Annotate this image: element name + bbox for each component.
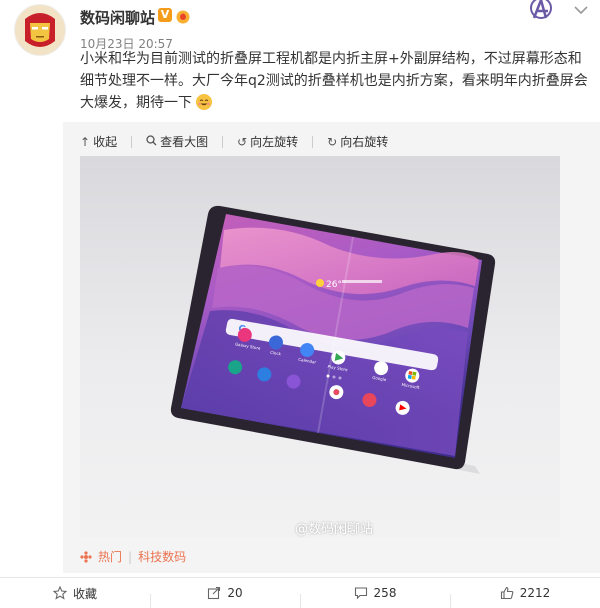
rotate-left-label: 向左旋转 xyxy=(250,135,299,149)
comment-count: 258 xyxy=(373,586,397,600)
avatar-image xyxy=(15,5,65,55)
collapse-label: 收起 xyxy=(93,135,118,149)
rotate-right-button[interactable]: ↻ 向右旋转 xyxy=(327,133,388,150)
repost-icon xyxy=(208,586,221,600)
toolbar-divider xyxy=(222,135,224,148)
collapse-arrow-icon: ↑ xyxy=(80,134,91,149)
toolbar-divider xyxy=(312,135,314,148)
smile-emoji-icon xyxy=(196,94,213,110)
like-button[interactable]: 2212 xyxy=(450,586,600,608)
thumbs-up-icon xyxy=(500,586,514,600)
rotate-right-label: 向右旋转 xyxy=(340,135,389,149)
foldable-phone-photo: 26° G Galaxy Store Clock Calendar Play S… xyxy=(170,205,496,474)
avatar[interactable] xyxy=(14,4,66,56)
post-tags: 热门 | 科技数码 xyxy=(80,548,186,565)
user-badges: V xyxy=(158,8,191,24)
verified-icon: V xyxy=(158,8,172,22)
search-icon xyxy=(146,134,157,149)
favorite-label: 收藏 xyxy=(72,586,97,601)
image-watermark: @数码闲聊站 xyxy=(295,518,373,537)
like-count: 2212 xyxy=(519,586,551,600)
comment-icon xyxy=(354,587,367,600)
view-large-button[interactable]: 查看大图 xyxy=(146,133,208,150)
avengers-logo-icon xyxy=(530,0,552,19)
hot-flower-icon xyxy=(80,550,92,563)
weather-temp: 26° xyxy=(326,280,342,290)
comment-button[interactable]: 258 xyxy=(300,586,450,608)
repost-button[interactable]: 20 xyxy=(150,586,300,608)
rotate-left-icon: ↺ xyxy=(237,134,248,149)
tag-hot[interactable]: 热门 xyxy=(98,548,122,565)
tag-divider: | xyxy=(128,549,133,564)
weather-icon xyxy=(316,279,324,287)
tag-category[interactable]: 科技数码 xyxy=(138,548,186,565)
media-toolbar: ↑ 收起 查看大图 ↺ 向左旋转 ↻ 向右旋转 xyxy=(80,133,388,150)
toolbar-divider xyxy=(131,135,133,148)
post-action-bar: 收藏 20 258 2212 xyxy=(0,577,600,608)
post-image[interactable]: 26° G Galaxy Store Clock Calendar Play S… xyxy=(80,156,560,538)
username[interactable]: 数码闲聊站 xyxy=(80,7,155,28)
post-text-content: 小米和华为目前测试的折叠屏工程机都是内折主屏+外副屏结构，不过屏幕形态和细节处理… xyxy=(80,51,588,111)
collapse-button[interactable]: ↑ 收起 xyxy=(80,133,117,150)
rotate-right-icon: ↻ xyxy=(327,134,338,149)
post-text: 小米和华为目前测试的折叠屏工程机都是内折主屏+外副屏结构，不过屏幕形态和细节处理… xyxy=(80,48,590,114)
chevron-down-icon[interactable] xyxy=(572,4,590,16)
favorite-button[interactable]: 收藏 xyxy=(0,585,150,602)
watermark-text: @数码闲聊站 xyxy=(295,522,374,537)
fan-badge-icon xyxy=(176,10,190,24)
star-icon xyxy=(52,586,67,600)
rotate-left-button[interactable]: ↺ 向左旋转 xyxy=(237,133,298,150)
repost-count: 20 xyxy=(227,586,243,600)
view-large-label: 查看大图 xyxy=(160,135,209,149)
